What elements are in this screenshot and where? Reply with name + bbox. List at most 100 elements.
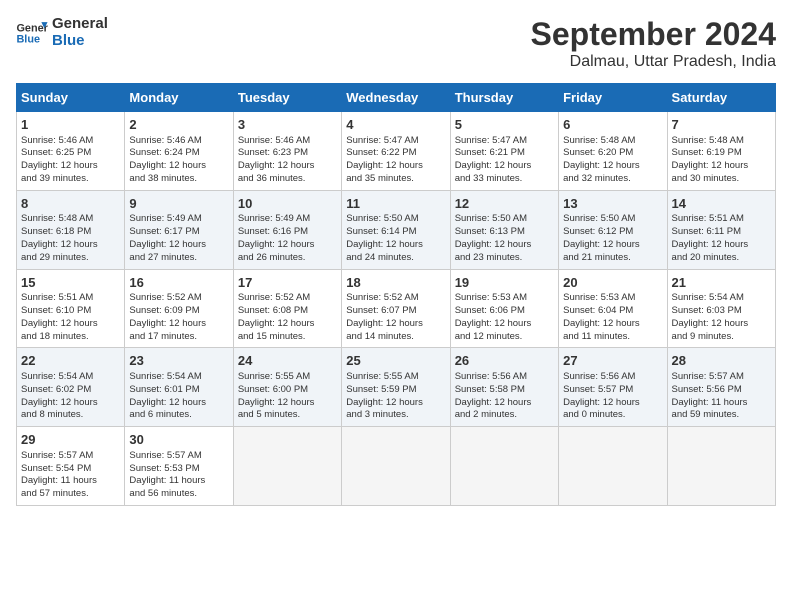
header-day-tuesday: Tuesday [233,84,341,112]
page-header: General Blue General Blue September 2024… [16,16,776,71]
calendar-cell: 22Sunrise: 5:54 AM Sunset: 6:02 PM Dayli… [17,348,125,427]
cell-info: Sunrise: 5:54 AM Sunset: 6:01 PM Dayligh… [129,371,228,422]
cell-info: Sunrise: 5:46 AM Sunset: 6:25 PM Dayligh… [21,135,120,186]
cell-info: Sunrise: 5:52 AM Sunset: 6:07 PM Dayligh… [346,292,445,343]
calendar-cell: 21Sunrise: 5:54 AM Sunset: 6:03 PM Dayli… [667,269,775,348]
calendar-cell: 14Sunrise: 5:51 AM Sunset: 6:11 PM Dayli… [667,190,775,269]
cell-info: Sunrise: 5:50 AM Sunset: 6:13 PM Dayligh… [455,213,554,264]
cell-info: Sunrise: 5:48 AM Sunset: 6:20 PM Dayligh… [563,135,662,186]
calendar-cell: 13Sunrise: 5:50 AM Sunset: 6:12 PM Dayli… [559,190,667,269]
day-number: 14 [672,195,771,213]
day-number: 18 [346,274,445,292]
cell-info: Sunrise: 5:57 AM Sunset: 5:56 PM Dayligh… [672,371,771,422]
day-number: 23 [129,352,228,370]
day-number: 4 [346,116,445,134]
calendar-cell: 29Sunrise: 5:57 AM Sunset: 5:54 PM Dayli… [17,427,125,506]
calendar-cell [342,427,450,506]
cell-info: Sunrise: 5:55 AM Sunset: 6:00 PM Dayligh… [238,371,337,422]
header-day-saturday: Saturday [667,84,775,112]
day-number: 21 [672,274,771,292]
calendar-cell: 2Sunrise: 5:46 AM Sunset: 6:24 PM Daylig… [125,112,233,191]
logo: General Blue General Blue [16,16,108,49]
calendar-cell: 15Sunrise: 5:51 AM Sunset: 6:10 PM Dayli… [17,269,125,348]
calendar-cell: 28Sunrise: 5:57 AM Sunset: 5:56 PM Dayli… [667,348,775,427]
day-number: 8 [21,195,120,213]
day-number: 10 [238,195,337,213]
calendar-cell: 5Sunrise: 5:47 AM Sunset: 6:21 PM Daylig… [450,112,558,191]
calendar-title-block: September 2024 Dalmau, Uttar Pradesh, In… [531,16,776,71]
header-day-friday: Friday [559,84,667,112]
week-row-2: 8Sunrise: 5:48 AM Sunset: 6:18 PM Daylig… [17,190,776,269]
day-number: 15 [21,274,120,292]
header-day-thursday: Thursday [450,84,558,112]
calendar-cell [559,427,667,506]
header-day-sunday: Sunday [17,84,125,112]
day-number: 26 [455,352,554,370]
day-number: 3 [238,116,337,134]
cell-info: Sunrise: 5:49 AM Sunset: 6:16 PM Dayligh… [238,213,337,264]
day-number: 28 [672,352,771,370]
header-day-monday: Monday [125,84,233,112]
cell-info: Sunrise: 5:46 AM Sunset: 6:24 PM Dayligh… [129,135,228,186]
calendar-cell: 30Sunrise: 5:57 AM Sunset: 5:53 PM Dayli… [125,427,233,506]
cell-info: Sunrise: 5:48 AM Sunset: 6:18 PM Dayligh… [21,213,120,264]
cell-info: Sunrise: 5:51 AM Sunset: 6:11 PM Dayligh… [672,213,771,264]
cell-info: Sunrise: 5:56 AM Sunset: 5:58 PM Dayligh… [455,371,554,422]
calendar-cell: 25Sunrise: 5:55 AM Sunset: 5:59 PM Dayli… [342,348,450,427]
calendar-cell: 18Sunrise: 5:52 AM Sunset: 6:07 PM Dayli… [342,269,450,348]
cell-info: Sunrise: 5:52 AM Sunset: 6:08 PM Dayligh… [238,292,337,343]
cell-info: Sunrise: 5:55 AM Sunset: 5:59 PM Dayligh… [346,371,445,422]
calendar-title: September 2024 [531,16,776,53]
cell-info: Sunrise: 5:52 AM Sunset: 6:09 PM Dayligh… [129,292,228,343]
cell-info: Sunrise: 5:57 AM Sunset: 5:53 PM Dayligh… [129,450,228,501]
cell-info: Sunrise: 5:49 AM Sunset: 6:17 PM Dayligh… [129,213,228,264]
day-number: 29 [21,431,120,449]
cell-info: Sunrise: 5:53 AM Sunset: 6:06 PM Dayligh… [455,292,554,343]
svg-text:Blue: Blue [16,33,40,45]
cell-info: Sunrise: 5:50 AM Sunset: 6:14 PM Dayligh… [346,213,445,264]
calendar-cell [450,427,558,506]
logo-icon: General Blue [16,19,48,47]
day-number: 19 [455,274,554,292]
calendar-cell: 4Sunrise: 5:47 AM Sunset: 6:22 PM Daylig… [342,112,450,191]
day-number: 17 [238,274,337,292]
cell-info: Sunrise: 5:56 AM Sunset: 5:57 PM Dayligh… [563,371,662,422]
week-row-1: 1Sunrise: 5:46 AM Sunset: 6:25 PM Daylig… [17,112,776,191]
calendar-subtitle: Dalmau, Uttar Pradesh, India [531,53,776,71]
logo-line1: General [52,16,108,33]
calendar-cell: 9Sunrise: 5:49 AM Sunset: 6:17 PM Daylig… [125,190,233,269]
day-number: 20 [563,274,662,292]
day-number: 7 [672,116,771,134]
calendar-cell: 24Sunrise: 5:55 AM Sunset: 6:00 PM Dayli… [233,348,341,427]
calendar-cell: 27Sunrise: 5:56 AM Sunset: 5:57 PM Dayli… [559,348,667,427]
day-number: 27 [563,352,662,370]
calendar-cell: 3Sunrise: 5:46 AM Sunset: 6:23 PM Daylig… [233,112,341,191]
calendar-cell: 23Sunrise: 5:54 AM Sunset: 6:01 PM Dayli… [125,348,233,427]
header-row: SundayMondayTuesdayWednesdayThursdayFrid… [17,84,776,112]
calendar-cell: 8Sunrise: 5:48 AM Sunset: 6:18 PM Daylig… [17,190,125,269]
cell-info: Sunrise: 5:47 AM Sunset: 6:21 PM Dayligh… [455,135,554,186]
cell-info: Sunrise: 5:51 AM Sunset: 6:10 PM Dayligh… [21,292,120,343]
logo-line2: Blue [52,33,108,50]
header-day-wednesday: Wednesday [342,84,450,112]
day-number: 25 [346,352,445,370]
cell-info: Sunrise: 5:50 AM Sunset: 6:12 PM Dayligh… [563,213,662,264]
calendar-cell: 16Sunrise: 5:52 AM Sunset: 6:09 PM Dayli… [125,269,233,348]
day-number: 12 [455,195,554,213]
calendar-cell: 1Sunrise: 5:46 AM Sunset: 6:25 PM Daylig… [17,112,125,191]
calendar-cell: 12Sunrise: 5:50 AM Sunset: 6:13 PM Dayli… [450,190,558,269]
cell-info: Sunrise: 5:54 AM Sunset: 6:03 PM Dayligh… [672,292,771,343]
day-number: 6 [563,116,662,134]
day-number: 5 [455,116,554,134]
cell-info: Sunrise: 5:57 AM Sunset: 5:54 PM Dayligh… [21,450,120,501]
calendar-cell: 11Sunrise: 5:50 AM Sunset: 6:14 PM Dayli… [342,190,450,269]
calendar-table: SundayMondayTuesdayWednesdayThursdayFrid… [16,83,776,506]
calendar-cell: 7Sunrise: 5:48 AM Sunset: 6:19 PM Daylig… [667,112,775,191]
calendar-cell: 6Sunrise: 5:48 AM Sunset: 6:20 PM Daylig… [559,112,667,191]
day-number: 2 [129,116,228,134]
cell-info: Sunrise: 5:54 AM Sunset: 6:02 PM Dayligh… [21,371,120,422]
calendar-cell: 10Sunrise: 5:49 AM Sunset: 6:16 PM Dayli… [233,190,341,269]
calendar-cell: 17Sunrise: 5:52 AM Sunset: 6:08 PM Dayli… [233,269,341,348]
day-number: 30 [129,431,228,449]
week-row-5: 29Sunrise: 5:57 AM Sunset: 5:54 PM Dayli… [17,427,776,506]
